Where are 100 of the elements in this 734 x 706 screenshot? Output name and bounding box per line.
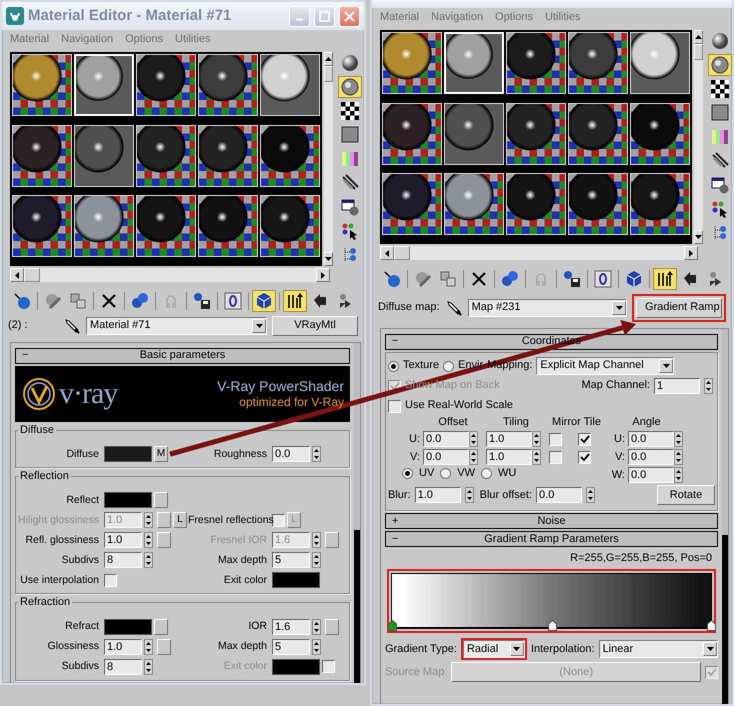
sample-slot[interactable] (198, 54, 258, 116)
spinner-arrows[interactable] (312, 446, 321, 462)
sample-slot[interactable] (136, 195, 196, 258)
checkbox-label[interactable]: Use Real-World Scale (405, 399, 514, 413)
radio-button[interactable] (388, 360, 399, 372)
scroll-down-button[interactable] (324, 252, 333, 266)
eyedropper-icon[interactable] (444, 299, 463, 317)
color-swatch[interactable] (104, 492, 152, 508)
name-dropdown[interactable]: Map #231 (468, 299, 627, 317)
scroll-down-button[interactable] (694, 230, 703, 244)
rollout-header[interactable]: − Basic parameters (15, 348, 350, 364)
spinner-arrows[interactable] (312, 532, 321, 548)
sample-slot[interactable] (382, 173, 442, 236)
map-button[interactable] (154, 618, 168, 635)
checkbox[interactable] (272, 514, 285, 527)
rotate-button[interactable]: Rotate (657, 485, 715, 506)
spinner-field[interactable]: 8 (104, 552, 142, 568)
map-button[interactable]: M (154, 446, 168, 462)
scroll-up-button[interactable] (694, 30, 703, 44)
color-swatch[interactable] (104, 618, 152, 635)
sample-slot[interactable] (12, 195, 72, 258)
map-button[interactable] (325, 532, 339, 548)
spinner-field[interactable]: 1.0 (414, 487, 461, 504)
radio-button[interactable] (443, 360, 454, 372)
spinner-arrows[interactable] (312, 618, 321, 635)
spinner-arrows[interactable] (704, 378, 713, 394)
spinner-field[interactable]: 1.0 (486, 431, 532, 448)
spinner-arrows[interactable] (532, 449, 541, 466)
eyedropper-icon[interactable] (63, 317, 81, 335)
sample-slot[interactable] (198, 195, 258, 258)
spinner-arrows[interactable] (144, 552, 153, 568)
spinner-arrows[interactable] (469, 449, 478, 466)
close-button[interactable] (339, 6, 360, 26)
radio-button[interactable] (440, 468, 452, 479)
sample-slot[interactable] (630, 32, 690, 94)
map-button[interactable] (154, 492, 168, 508)
spinner-field[interactable]: 0.0 (423, 431, 469, 448)
checkbox[interactable] (578, 450, 591, 464)
checkbox[interactable] (578, 432, 591, 446)
spinner-field[interactable]: 0.0 (628, 431, 674, 448)
sample-slot[interactable] (136, 124, 196, 187)
radio-label[interactable]: Envir (458, 359, 484, 373)
sample-slot[interactable] (568, 32, 628, 94)
sample-slot[interactable] (260, 54, 320, 116)
sample-slot[interactable] (568, 173, 628, 236)
spinner-arrows[interactable] (674, 431, 683, 448)
gradient-flag[interactable] (548, 619, 556, 630)
checker-icon[interactable] (708, 78, 732, 100)
spinner-field[interactable]: 0.0 (423, 449, 469, 466)
gradient-type-dropdown[interactable]: Radial (462, 640, 525, 658)
spinner-arrows[interactable] (144, 532, 153, 548)
spinner-field[interactable]: 1 (654, 378, 700, 394)
mapping-dropdown[interactable]: Explicit Map Channel (536, 357, 674, 375)
checkbox[interactable] (104, 574, 117, 587)
scroll-thumb[interactable] (694, 44, 703, 60)
sample-slot[interactable] (506, 173, 566, 236)
spinner-arrows[interactable] (312, 638, 321, 655)
sample-slot[interactable] (136, 54, 196, 116)
spinner-arrows[interactable] (144, 658, 153, 675)
scroll-up-button[interactable] (324, 52, 333, 66)
type-button[interactable]: Gradient Ramp (636, 298, 722, 318)
interpolation-dropdown[interactable]: Linear (598, 640, 718, 658)
sample-slot[interactable] (444, 173, 504, 236)
sample-slot[interactable] (260, 195, 320, 258)
panel-scrollbar[interactable] (354, 343, 360, 683)
spinner-field[interactable]: 1.0 (486, 449, 532, 466)
radio-label[interactable]: WU (498, 466, 516, 480)
sample-slot[interactable] (382, 102, 442, 165)
color-swatch[interactable] (104, 446, 152, 462)
rollout-header[interactable]: − Gradient Ramp Parameters (385, 531, 718, 548)
checkbox[interactable] (388, 400, 401, 412)
scroll-left-button[interactable] (10, 268, 24, 282)
scroll-thumb[interactable] (324, 66, 333, 82)
scroll-thumb[interactable] (24, 268, 40, 282)
sample-slot[interactable] (12, 124, 72, 187)
spinner-field[interactable]: 1.0 (104, 532, 142, 548)
sample-slot[interactable] (260, 124, 320, 187)
spinner-field[interactable]: 1.0 (104, 638, 142, 655)
map-button[interactable] (157, 512, 171, 528)
sample-slot[interactable] (630, 173, 690, 236)
cube-icon[interactable] (252, 290, 276, 312)
sample-slot[interactable] (74, 195, 134, 258)
sample-slot[interactable] (198, 124, 258, 187)
radio-label[interactable]: UV (419, 466, 434, 480)
sample-slot[interactable] (630, 102, 690, 165)
sample-slot[interactable] (506, 102, 566, 165)
scroll-thumb[interactable] (394, 246, 410, 260)
radio-label[interactable]: VW (457, 466, 476, 480)
scroll-left-button[interactable] (380, 246, 394, 260)
spinner-arrows[interactable] (312, 552, 321, 568)
spinner-arrows[interactable] (144, 512, 153, 528)
name-dropdown[interactable]: Material #71 (86, 317, 267, 335)
spinner-arrows[interactable] (532, 431, 541, 448)
rollout-header[interactable]: + Noise (385, 513, 718, 530)
sample-slot[interactable] (444, 102, 504, 165)
radio-button[interactable] (481, 468, 492, 479)
spinner-field[interactable]: 0.0 (628, 449, 674, 466)
spinner-field[interactable]: 0.0 (536, 487, 582, 504)
checkbox[interactable] (549, 432, 562, 446)
spinner-field[interactable]: 8 (104, 658, 142, 675)
